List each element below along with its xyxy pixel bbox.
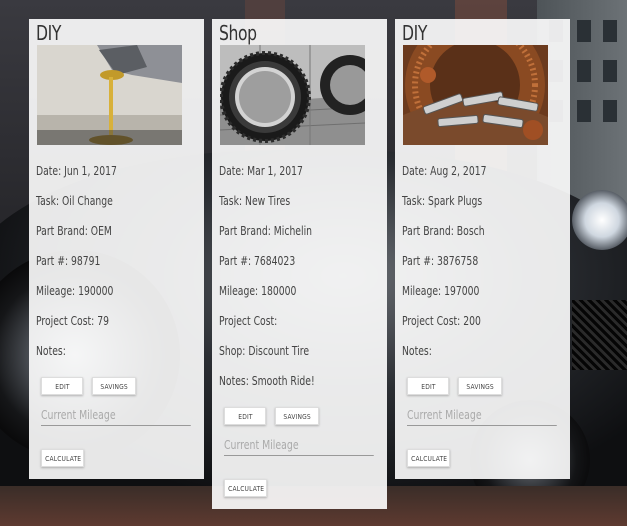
edit-button[interactable]: EDIT [41,377,83,395]
card-notes: Notes: [402,343,432,358]
savings-button[interactable]: SAVINGS [92,377,136,395]
maintenance-card: Shop Date: Mar 1, 2017 Task: New Tires P… [212,19,387,509]
edit-button-label: EDIT [420,383,436,391]
current-mileage-input[interactable] [41,405,191,426]
card-project-cost: Project Cost: [219,313,278,328]
edit-button-label: EDIT [54,383,70,391]
card-shop: Shop: Discount Tire [219,343,310,358]
calculate-button[interactable]: CALCULATE [407,449,450,467]
tire-photo [220,45,365,145]
calculate-button[interactable]: CALCULATE [41,449,84,467]
card-date: Date: Mar 1, 2017 [219,163,303,178]
edit-button-label: EDIT [237,413,253,421]
card-part-number: Part #: 98791 [36,253,101,268]
card-category: Shop [219,21,257,45]
card-task: Task: Oil Change [36,193,113,208]
card-project-cost: Project Cost: 200 [402,313,481,328]
calculate-button-label: CALCULATE [228,485,265,493]
card-notes: Notes: [36,343,66,358]
current-mileage-field [29,405,204,427]
calculate-button-label: CALCULATE [45,455,82,463]
card-mileage: Mileage: 197000 [402,283,480,298]
card-mileage: Mileage: 190000 [36,283,114,298]
savings-button[interactable]: SAVINGS [458,377,502,395]
edit-button[interactable]: EDIT [224,407,266,425]
card-task: Task: Spark Plugs [402,193,483,208]
maintenance-card: DIY Date: Aug 2, 2017 Task: Spark Plugs … [395,19,570,479]
card-part-brand: Part Brand: Bosch [402,223,485,238]
card-category: DIY [36,21,61,45]
card-part-number: Part #: 3876758 [402,253,479,268]
card-notes: Notes: Smooth Ride! [219,373,315,388]
card-part-brand: Part Brand: OEM [36,223,112,238]
current-mileage-input[interactable] [224,435,374,456]
current-mileage-input[interactable] [407,405,557,426]
spark-plugs-photo [403,45,548,145]
oil-pour-photo [37,45,182,145]
card-date: Date: Jun 1, 2017 [36,163,117,178]
calculate-button-label: CALCULATE [411,455,448,463]
calculate-button[interactable]: CALCULATE [224,479,267,497]
card-category: DIY [402,21,427,45]
maintenance-card: DIY Date: Jun 1, 2017 Task: Oil Change P… [29,19,204,479]
savings-button-label: SAVINGS [100,383,128,391]
card-part-brand: Part Brand: Michelin [219,223,313,238]
card-mileage: Mileage: 180000 [219,283,297,298]
current-mileage-field [212,435,387,457]
card-task: Task: New Tires [219,193,291,208]
current-mileage-field [395,405,570,427]
card-project-cost: Project Cost: 79 [36,313,109,328]
card-part-number: Part #: 7684023 [219,253,296,268]
card-date: Date: Aug 2, 2017 [402,163,487,178]
savings-button-label: SAVINGS [283,413,311,421]
savings-button[interactable]: SAVINGS [275,407,319,425]
edit-button[interactable]: EDIT [407,377,449,395]
savings-button-label: SAVINGS [466,383,494,391]
